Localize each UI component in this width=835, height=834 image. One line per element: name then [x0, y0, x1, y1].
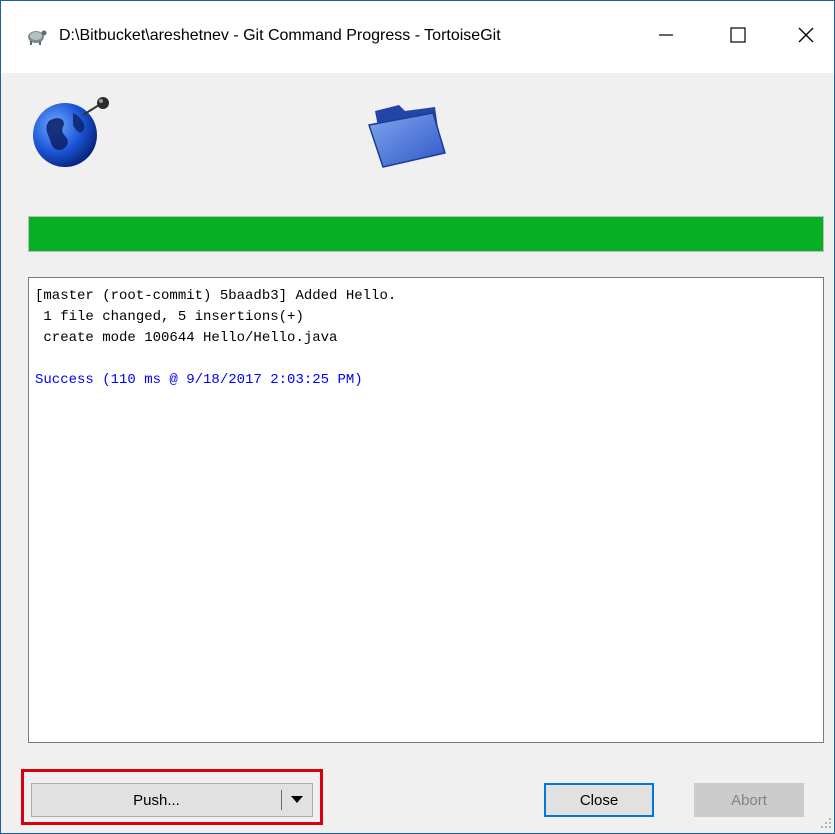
folder-icon [368, 105, 446, 168]
abort-button: Abort [694, 783, 804, 817]
resize-grip-icon[interactable] [819, 816, 833, 830]
success-status-line: Success (110 ms @ 9/18/2017 2:03:25 PM) [35, 372, 363, 388]
minimize-icon [659, 34, 673, 36]
maximize-icon [730, 27, 746, 43]
push-button[interactable]: Push... [32, 784, 281, 816]
maximize-button[interactable] [713, 13, 763, 57]
log-line: [master (root-commit) 5baadb3] Added Hel… [35, 288, 397, 304]
close-icon [798, 27, 814, 43]
globe-network-icon [33, 97, 109, 167]
tortoise-icon [28, 30, 47, 45]
output-log[interactable]: [master (root-commit) 5baadb3] Added Hel… [28, 277, 824, 743]
minimize-button[interactable] [641, 13, 691, 57]
close-window-button[interactable] [781, 13, 831, 57]
progress-bar-fill [29, 217, 823, 251]
push-button-label: Push... [133, 791, 180, 809]
push-dropdown-button[interactable] [282, 784, 312, 816]
progress-bar [28, 216, 824, 252]
title-bar[interactable]: D:\Bitbucket\areshetnev - Git Command Pr… [1, 1, 834, 73]
close-button[interactable]: Close [544, 783, 654, 817]
progress-dialog: D:\Bitbucket\areshetnev - Git Command Pr… [0, 0, 835, 834]
caret-down-icon [291, 796, 303, 803]
log-line: create mode 100644 Hello/Hello.java [35, 330, 338, 346]
window-title: D:\Bitbucket\areshetnev - Git Command Pr… [59, 27, 501, 44]
push-split-button[interactable]: Push... [31, 783, 313, 817]
log-line: 1 file changed, 5 insertions(+) [35, 309, 304, 325]
